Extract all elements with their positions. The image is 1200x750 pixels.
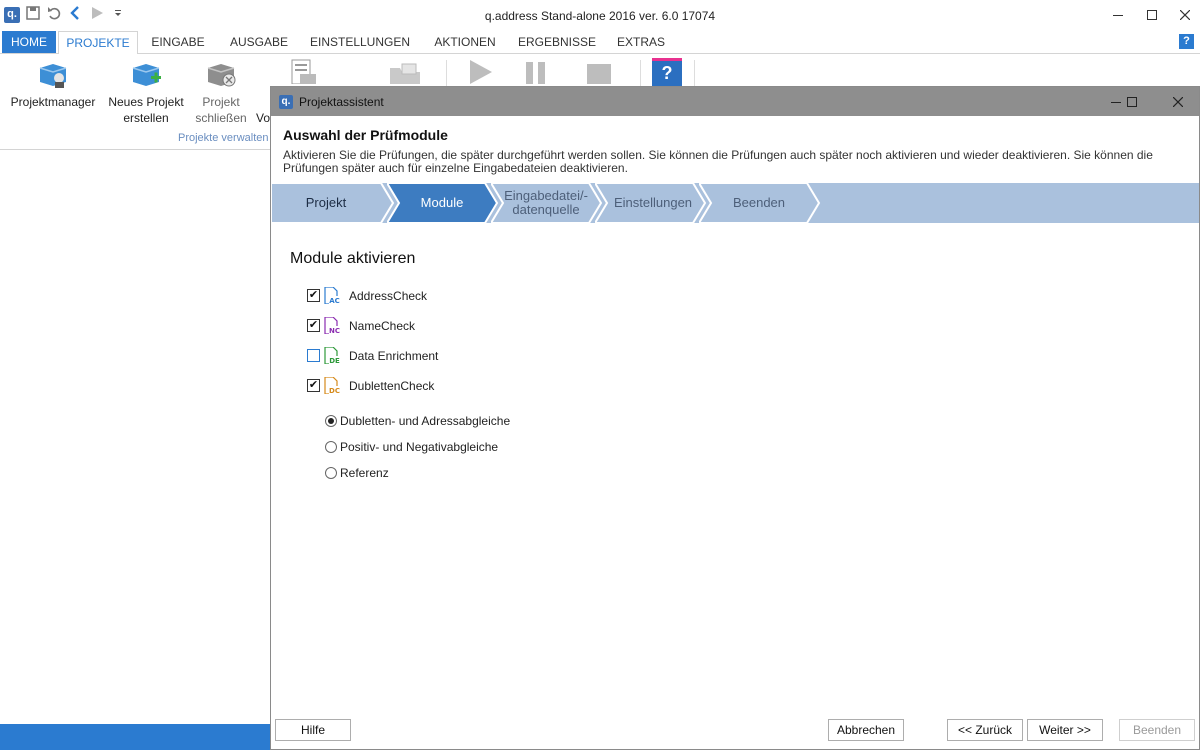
tab-aktionen[interactable]: AKTIONEN	[426, 31, 504, 53]
radio-button[interactable]	[325, 467, 337, 479]
pause-icon[interactable]	[522, 58, 552, 84]
module-label: DublettenCheck	[349, 379, 435, 393]
window-title: q.address Stand-alone 2016 ver. 6.0 1707…	[484, 9, 716, 23]
step-eingabedatei-label: Eingabedatei/- datenquelle	[504, 188, 588, 217]
projektmanager-label: Projektmanager	[10, 95, 96, 109]
ribbon-divider	[694, 60, 695, 86]
ribbon-tabs: HOME PROJEKTE EINGABE AUSGABE EINSTELLUN…	[0, 31, 1200, 55]
close-icon[interactable]	[1170, 4, 1200, 26]
module-checkbox[interactable]: ✔	[307, 379, 320, 392]
addresscheck-icon: AC	[324, 286, 340, 305]
svg-text:DE: DE	[329, 357, 340, 364]
radio-label: Referenz	[340, 466, 389, 480]
module-checkbox[interactable]	[307, 349, 320, 362]
neues-projekt-label-2: erstellen	[123, 111, 169, 125]
radio-label: Dubletten- und Adressabgleiche	[340, 414, 511, 428]
dialog-description: Aktivieren Sie die Prüfungen, die später…	[283, 148, 1153, 175]
hilfe-button[interactable]: Hilfe	[275, 719, 351, 741]
step-beenden[interactable]: Beenden	[699, 183, 821, 223]
module-label: AddressCheck	[349, 289, 428, 303]
data-enrichment-icon: DE	[324, 346, 340, 365]
dialog-maximize-icon[interactable]	[1117, 91, 1147, 113]
dialog-titlebar: q. Projektassistent	[271, 87, 1199, 116]
dialog-heading: Auswahl der Prüfmodule	[283, 127, 448, 143]
step-einstellungen-label: Einstellungen	[613, 195, 693, 210]
status-bar	[0, 724, 271, 750]
zurueck-button[interactable]: << Zurück	[947, 719, 1023, 741]
step-module[interactable]: Module	[387, 183, 499, 223]
ribbon-divider	[640, 60, 641, 86]
tab-eingabe[interactable]: EINGABE	[146, 31, 210, 53]
module-checkbox[interactable]: ✔	[307, 319, 320, 332]
module-checkbox[interactable]: ✔	[307, 289, 320, 302]
svg-text:DC: DC	[329, 387, 340, 394]
abbrechen-button[interactable]: Abbrechen	[828, 719, 904, 741]
wizard-steps: Projekt Module Eingabedatei/- datenquell…	[271, 183, 1199, 223]
weiter-button[interactable]: Weiter >>	[1027, 719, 1103, 741]
help-book-icon[interactable]: ?	[652, 58, 682, 86]
project-tree-pane	[0, 150, 272, 724]
tab-home[interactable]: HOME	[2, 31, 56, 53]
svg-text:AC: AC	[329, 297, 340, 304]
play-icon[interactable]	[464, 58, 496, 84]
step-beenden-label: Beenden	[732, 195, 786, 210]
step-einstellungen[interactable]: Einstellungen	[595, 183, 707, 223]
new-project-icon	[129, 62, 163, 90]
dublettencheck-icon: DC	[324, 376, 340, 395]
radio-button[interactable]	[325, 441, 337, 453]
step-eingabedatei[interactable]: Eingabedatei/- datenquelle	[491, 183, 603, 223]
vo-label: Vo	[256, 111, 271, 125]
namecheck-icon: NC	[324, 316, 340, 335]
tab-einstellungen[interactable]: EINSTELLUNGEN	[308, 31, 412, 53]
neues-projekt-button[interactable]: Neues Projekt erstellen	[104, 62, 188, 126]
neues-projekt-label-1: Neues Projekt	[108, 95, 184, 109]
svg-text:NC: NC	[329, 327, 340, 334]
tab-projekte[interactable]: PROJEKTE	[58, 31, 138, 55]
projektmanager-button[interactable]: Projektmanager	[8, 62, 98, 110]
module-label: NameCheck	[349, 319, 416, 333]
document-icon[interactable]	[290, 58, 320, 85]
tab-ausgabe[interactable]: AUSGABE	[224, 31, 294, 53]
folder-icon[interactable]	[388, 58, 424, 84]
close-project-icon	[204, 62, 238, 90]
stop-icon[interactable]	[584, 58, 614, 84]
dialog-logo-icon: q.	[279, 95, 293, 109]
minimize-icon[interactable]	[1103, 4, 1133, 26]
tab-ergebnisse[interactable]: ERGEBNISSE	[516, 31, 598, 53]
projekt-schliessen-button[interactable]: Projekt schließen	[188, 62, 254, 126]
step-projekt[interactable]: Projekt	[271, 183, 395, 223]
beenden-button: Beenden	[1119, 719, 1195, 741]
project-wizard-dialog: q. Projektassistent Auswahl der Prüfmodu…	[270, 86, 1200, 750]
ribbon-group-label: Projekte verwalten	[178, 132, 269, 144]
maximize-icon[interactable]	[1137, 4, 1167, 26]
section-title: Module aktivieren	[290, 250, 416, 267]
main-titlebar: q. q.address Stand-alone 2016 ver. 6.0 1…	[0, 0, 1200, 30]
schliessen-label-1: Projekt	[202, 95, 240, 109]
radio-button[interactable]	[325, 415, 337, 427]
project-manager-icon	[36, 62, 70, 90]
dialog-title: Projektassistent	[299, 95, 384, 109]
tab-extras[interactable]: EXTRAS	[612, 31, 670, 53]
module-label: Data Enrichment	[349, 349, 439, 363]
radio-label: Positiv- und Negativabgleiche	[340, 440, 499, 454]
help-icon[interactable]: ?	[1179, 34, 1194, 49]
step-module-label: Module	[420, 195, 464, 210]
dialog-close-icon[interactable]	[1163, 91, 1193, 113]
step-projekt-label: Projekt	[305, 195, 347, 210]
ribbon-divider	[446, 60, 447, 86]
schliessen-label-2: schließen	[195, 111, 247, 125]
